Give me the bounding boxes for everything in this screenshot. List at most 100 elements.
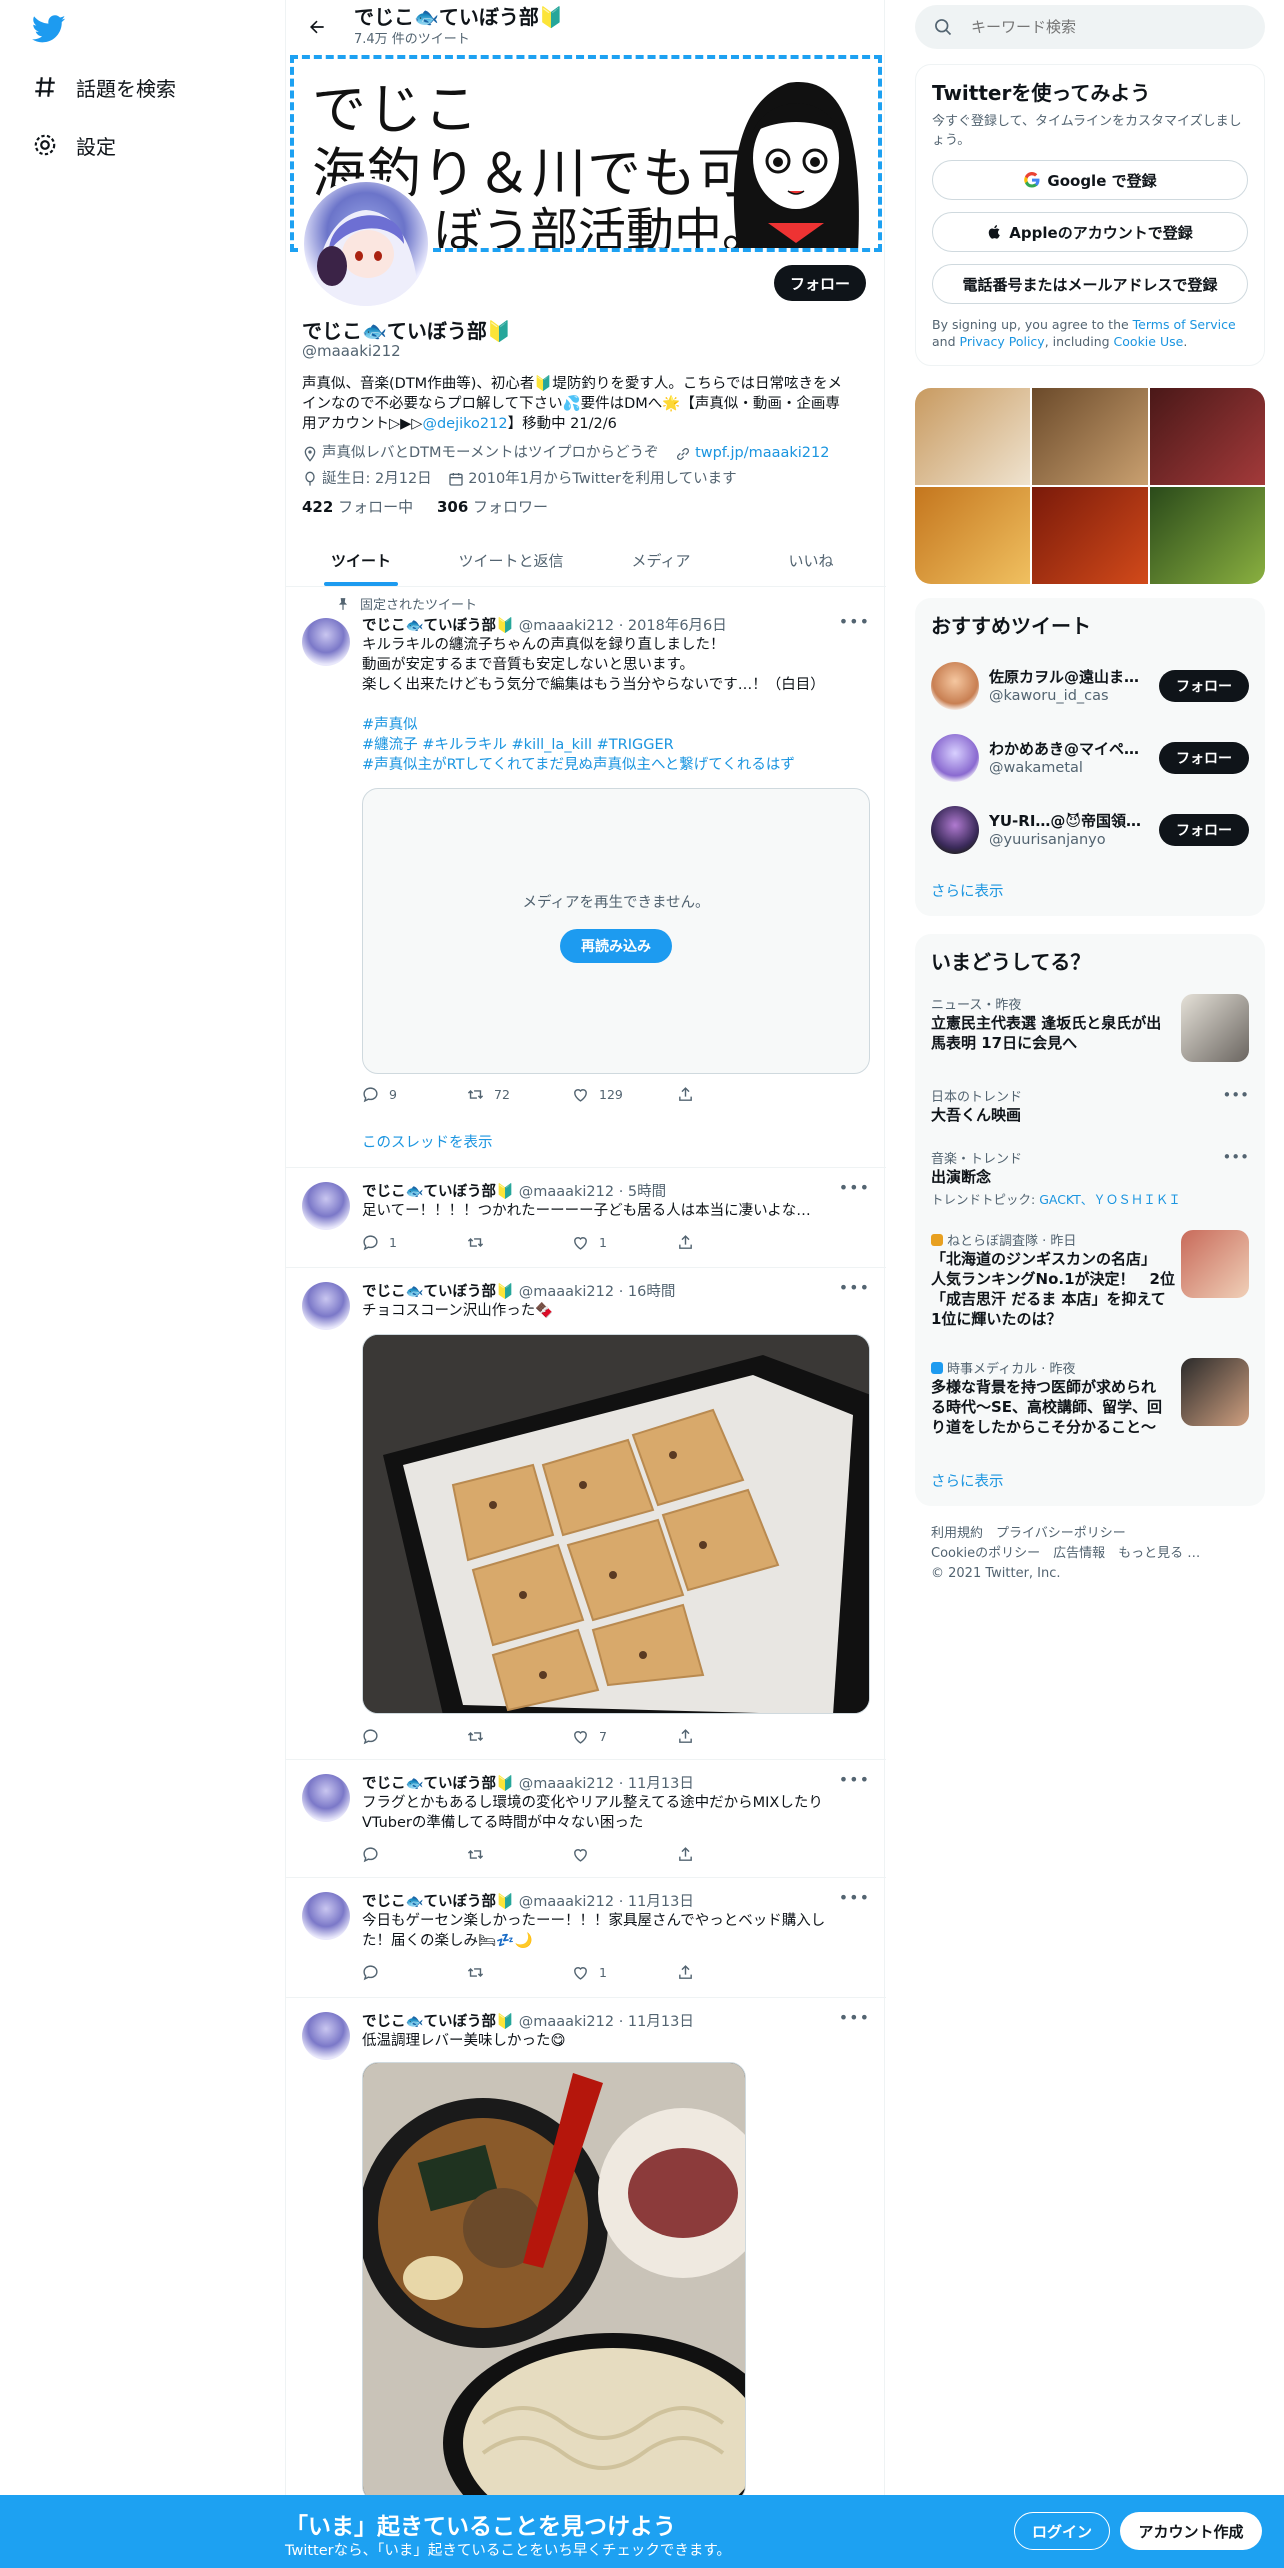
- phone-signup-button[interactable]: 電話番号またはメールアドレスで登録: [932, 264, 1248, 304]
- like-button[interactable]: 1: [572, 1964, 677, 1981]
- trends-show-more[interactable]: さらに表示: [931, 1470, 1004, 1491]
- google-signup-button[interactable]: Google で登録: [932, 160, 1248, 200]
- cookie-use-link[interactable]: Cookie Use: [1114, 334, 1184, 349]
- nav-settings[interactable]: 設定: [32, 123, 116, 167]
- wtf-avatar[interactable]: [931, 662, 979, 710]
- back-arrow-icon[interactable]: [300, 10, 334, 44]
- tweet-avatar[interactable]: [302, 1892, 350, 1940]
- like-button[interactable]: 7: [572, 1728, 677, 1745]
- following-link[interactable]: 422 フォロー中: [302, 498, 413, 516]
- tweet[interactable]: ••• でじこ🐟ていぼう部🔰 @maaaki212 · 16時間 チョコスコーン…: [286, 1268, 886, 1760]
- trend-title-line: り道をしたからこそ分かること～: [931, 1418, 1157, 1436]
- tweet[interactable]: ••• でじこ🐟ていぼう部🔰 @maaaki212 · 11月13日 今日もゲー…: [286, 1878, 886, 1998]
- media-thumb[interactable]: [915, 388, 1031, 485]
- apple-signup-button[interactable]: Appleのアカウントで登録: [932, 212, 1248, 252]
- hashtag-link[interactable]: #声真似主がRTしてくれてまだ見ぬ声真似主へと繋げてくれるはず: [362, 755, 870, 775]
- share-button[interactable]: [677, 1964, 782, 1981]
- more-icon[interactable]: •••: [1222, 1086, 1249, 1104]
- tweet-pinned[interactable]: ••• でじこ🐟ていぼう部🔰 @maaaki212 · 2018年6月6日 キル…: [286, 588, 886, 1168]
- more-icon[interactable]: •••: [1222, 1148, 1249, 1166]
- login-button[interactable]: ログイン: [1014, 2512, 1110, 2550]
- tweet-author[interactable]: でじこ🐟ていぼう部🔰: [362, 2014, 514, 2030]
- tweet-avatar[interactable]: [302, 1182, 350, 1230]
- share-button[interactable]: [677, 1728, 782, 1745]
- wtf-avatar[interactable]: [931, 806, 979, 854]
- media-thumb[interactable]: [1032, 388, 1148, 485]
- trend-item[interactable]: 日本のトレンド 大吾くん映画 •••: [931, 1086, 1249, 1130]
- follow-button[interactable]: フォロー: [774, 265, 866, 301]
- footer-links[interactable]: 利用規約 プライバシーポリシー: [931, 1524, 1200, 1544]
- like-button[interactable]: [572, 1846, 677, 1863]
- retweet-button[interactable]: 72: [467, 1086, 572, 1103]
- tab-tweets-replies[interactable]: ツイートと返信: [436, 534, 586, 586]
- tweet-author[interactable]: でじこ🐟ていぼう部🔰: [362, 1184, 514, 1200]
- retweet-button[interactable]: [467, 1964, 572, 1981]
- tweet-avatar[interactable]: [302, 618, 350, 666]
- profile-url-link[interactable]: twpf.jp/maaaki212: [695, 443, 829, 464]
- retweet-button[interactable]: [467, 1728, 572, 1745]
- hashtag-link[interactable]: #声真似: [362, 715, 870, 735]
- tweet-avatar[interactable]: [302, 1282, 350, 1330]
- tweet-author[interactable]: でじこ🐟ていぼう部🔰: [362, 1284, 514, 1300]
- tweet-avatar[interactable]: [302, 1774, 350, 1822]
- tweet[interactable]: ••• でじこ🐟ていぼう部🔰 @maaaki212 · 11月13日 低温調理レ…: [286, 1998, 886, 2502]
- wtf-user[interactable]: YU-RI…@😈帝国領… @yuurisanjanyo フォロー: [931, 802, 1249, 858]
- like-button[interactable]: 1: [572, 1234, 677, 1251]
- wtf-avatar[interactable]: [931, 734, 979, 782]
- profile-url[interactable]: twpf.jp/maaaki212: [675, 443, 829, 464]
- wtf-follow-button[interactable]: フォロー: [1159, 742, 1249, 774]
- retweet-button[interactable]: [467, 1234, 572, 1251]
- wtf-user[interactable]: 佐原カヲル@遠山ま… @kaworu_id_cas フォロー: [931, 658, 1249, 714]
- profile-avatar[interactable]: [300, 178, 432, 310]
- followers-link[interactable]: 306 フォロワー: [437, 498, 548, 516]
- tab-likes[interactable]: いいね: [736, 534, 886, 586]
- reply-button[interactable]: 1: [362, 1234, 467, 1251]
- like-button[interactable]: 129: [572, 1086, 677, 1103]
- trend-item[interactable]: ニュース・昨夜 立憲民主代表選 逢坂氏と泉氏が出 馬表明 17日に会見へ: [931, 994, 1249, 1066]
- reply-button[interactable]: [362, 1846, 467, 1863]
- trend-item[interactable]: 時事メディカル · 昨夜 多様な背景を持つ医師が求められ る時代～SE、高校講師、…: [931, 1358, 1249, 1448]
- media-thumb[interactable]: [1032, 487, 1148, 584]
- terms-of-service-link[interactable]: Terms of Service: [1133, 317, 1236, 332]
- tweet-author[interactable]: でじこ🐟ていぼう部🔰: [362, 618, 514, 634]
- reply-button[interactable]: [362, 1728, 467, 1745]
- tweet-author[interactable]: でじこ🐟ていぼう部🔰: [362, 1894, 514, 1910]
- tweet-image-scones[interactable]: [362, 1334, 870, 1714]
- bio-mention-link[interactable]: @dejiko212: [422, 416, 507, 432]
- hashtag-link[interactable]: #纏流子 #キルラキル #kill_la_kill #TRIGGER: [362, 735, 870, 755]
- twitter-logo-icon[interactable]: [31, 12, 66, 46]
- search-box[interactable]: [915, 5, 1265, 49]
- wtf-follow-button[interactable]: フォロー: [1159, 814, 1249, 846]
- reply-button[interactable]: 9: [362, 1086, 467, 1103]
- tab-media[interactable]: メディア: [586, 534, 736, 586]
- bio-line: 声真似、音楽(DTM作曲等)、初心者🔰堤防釣りを愛す人。こちらでは日常呟きをメ: [302, 376, 842, 392]
- tweet-image-tsukemen[interactable]: [362, 2062, 746, 2502]
- search-input[interactable]: [971, 18, 1221, 36]
- wtf-show-more[interactable]: さらに表示: [931, 880, 1004, 901]
- tab-tweets[interactable]: ツイート: [286, 534, 436, 586]
- trend-topic-link[interactable]: GACKT、ＹＯＳＨＩＫＩ: [1039, 1192, 1181, 1207]
- show-thread-link[interactable]: このスレッドを表示: [362, 1131, 493, 1152]
- tweet[interactable]: ••• でじこ🐟ていぼう部🔰 @maaaki212 · 11月13日 フラグとか…: [286, 1760, 886, 1878]
- media-thumb[interactable]: [1149, 388, 1265, 485]
- retweet-button[interactable]: [467, 1846, 572, 1863]
- wtf-follow-button[interactable]: フォロー: [1159, 670, 1249, 702]
- wtf-user[interactable]: わかめあき@マイペ… @wakametal フォロー: [931, 730, 1249, 786]
- reload-button[interactable]: 再読み込み: [560, 929, 672, 963]
- trend-item[interactable]: 音楽・トレンド 出演断念 トレンドトピック: GACKT、ＹＯＳＨＩＫＩ •••: [931, 1148, 1249, 1207]
- tweet[interactable]: ••• でじこ🐟ていぼう部🔰 @maaaki212 · 5時間 足いてー！！！！…: [286, 1168, 886, 1268]
- media-thumb[interactable]: [915, 487, 1031, 584]
- signup-title: Twitterを使ってみよう: [932, 81, 1151, 105]
- trend-item[interactable]: ねとらぼ調査隊 · 昨日 「北海道のジンギスカンの名店」 人気ランキングNo.1が…: [931, 1230, 1249, 1340]
- media-thumb[interactable]: [1149, 487, 1265, 584]
- tweet-author[interactable]: でじこ🐟ていぼう部🔰: [362, 1776, 514, 1792]
- nav-explore[interactable]: 話題を検索: [32, 65, 176, 109]
- share-button[interactable]: [677, 1234, 782, 1251]
- share-button[interactable]: [677, 1086, 782, 1103]
- reply-button[interactable]: [362, 1964, 467, 1981]
- signup-button[interactable]: アカウント作成: [1120, 2512, 1262, 2550]
- privacy-policy-link[interactable]: Privacy Policy: [960, 334, 1045, 349]
- footer-links[interactable]: Cookieのポリシー 広告情報 もっと見る …: [931, 1544, 1200, 1564]
- share-button[interactable]: [677, 1846, 782, 1863]
- tweet-avatar[interactable]: [302, 2012, 350, 2060]
